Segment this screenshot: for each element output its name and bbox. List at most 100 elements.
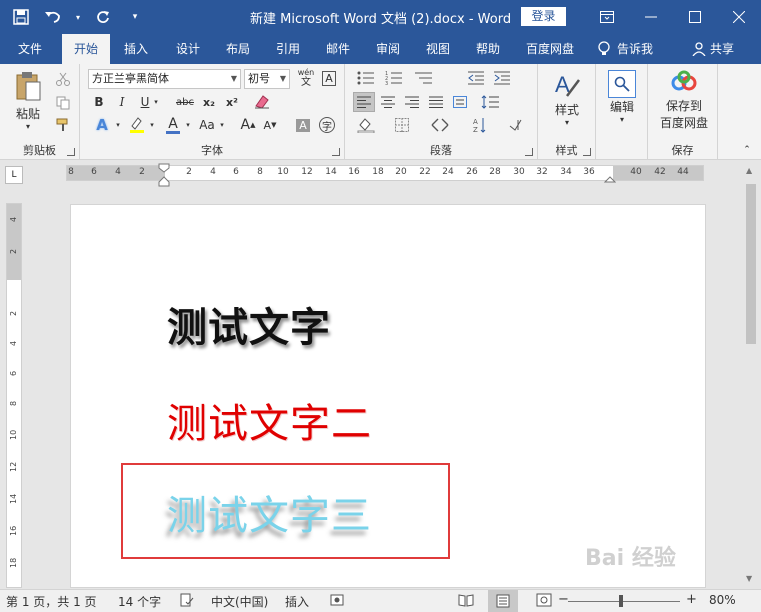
styles-button[interactable]: A 样式 ▾ bbox=[546, 70, 588, 132]
tab-layout[interactable]: 布局 bbox=[218, 34, 258, 64]
paste-button[interactable]: 粘贴 ▾ bbox=[8, 70, 48, 132]
print-layout-icon[interactable] bbox=[488, 590, 518, 612]
zoom-out-button[interactable]: − bbox=[558, 592, 569, 607]
multilevel-list-icon[interactable] bbox=[411, 68, 437, 88]
insert-mode[interactable]: 插入 bbox=[285, 593, 309, 610]
numbering-icon[interactable]: 123 bbox=[381, 68, 407, 88]
font-size-select[interactable]: 初号 ▼ bbox=[244, 69, 290, 89]
change-case-dropdown-icon[interactable]: ▾ bbox=[218, 114, 226, 136]
clipboard-launcher-icon[interactable] bbox=[67, 148, 75, 156]
styles-launcher-icon[interactable] bbox=[583, 148, 591, 156]
decrease-indent-icon[interactable] bbox=[465, 68, 487, 88]
tab-help[interactable]: 帮助 bbox=[468, 34, 508, 64]
zoom-slider[interactable] bbox=[568, 601, 680, 602]
save-icon[interactable] bbox=[10, 6, 32, 28]
minimize-icon[interactable] bbox=[629, 0, 673, 34]
align-right-icon[interactable] bbox=[401, 92, 423, 112]
sort-icon[interactable]: AZ bbox=[469, 114, 491, 136]
word-count[interactable]: 14 个字 bbox=[118, 593, 161, 610]
phonetic-guide-button[interactable]: wén 文 bbox=[295, 67, 317, 89]
tab-review[interactable]: 审阅 bbox=[368, 34, 408, 64]
font-color-icon[interactable]: A bbox=[162, 114, 184, 136]
paragraph-launcher-icon[interactable] bbox=[525, 148, 533, 156]
macro-record-icon[interactable] bbox=[330, 593, 344, 610]
customize-qat-icon[interactable]: ▾ bbox=[124, 6, 146, 28]
italic-button[interactable]: I bbox=[113, 92, 131, 112]
tab-selector[interactable]: L bbox=[5, 166, 23, 184]
tab-baidu-netdisk[interactable]: 百度网盘 bbox=[520, 34, 580, 64]
scroll-thumb[interactable] bbox=[746, 184, 756, 344]
format-painter-icon[interactable] bbox=[54, 116, 72, 134]
superscript-button[interactable]: x² bbox=[222, 92, 242, 112]
borders-icon[interactable] bbox=[389, 114, 415, 136]
proofing-icon[interactable] bbox=[180, 593, 194, 610]
title-bar: ▾ ▾ 新建 Microsoft Word 文档 (2).docx - Word… bbox=[0, 0, 761, 34]
document-text-line-1[interactable]: 测试文字 bbox=[167, 295, 331, 353]
character-shading-icon[interactable]: A bbox=[292, 114, 314, 136]
highlight-icon[interactable] bbox=[126, 114, 148, 136]
undo-dropdown-icon[interactable]: ▾ bbox=[74, 6, 82, 28]
read-mode-icon[interactable] bbox=[458, 593, 474, 610]
maximize-icon[interactable] bbox=[673, 0, 717, 34]
tab-insert[interactable]: 插入 bbox=[116, 34, 156, 64]
vertical-scrollbar[interactable]: ▲ ▼ bbox=[742, 160, 761, 590]
zoom-slider-thumb[interactable] bbox=[619, 595, 623, 607]
font-launcher-icon[interactable] bbox=[332, 148, 340, 156]
text-effects-icon[interactable]: A bbox=[90, 114, 114, 136]
distributed-icon[interactable] bbox=[449, 92, 471, 112]
bold-button[interactable]: B bbox=[90, 92, 108, 112]
clear-formatting-icon[interactable] bbox=[250, 90, 274, 112]
highlight-dropdown-icon[interactable]: ▾ bbox=[148, 114, 156, 136]
web-layout-icon[interactable] bbox=[536, 593, 552, 610]
chinese-layout-icon[interactable] bbox=[427, 114, 453, 136]
page-count[interactable]: 第 1 页，共 1 页 bbox=[6, 593, 97, 610]
align-center-icon[interactable] bbox=[377, 92, 399, 112]
show-hide-marks-icon[interactable] bbox=[505, 114, 527, 136]
enclose-characters-icon[interactable]: 字 bbox=[316, 114, 338, 136]
indent-markers-icon[interactable] bbox=[158, 163, 170, 187]
shading-icon[interactable] bbox=[353, 114, 379, 136]
font-color-dropdown-icon[interactable]: ▾ bbox=[184, 114, 192, 136]
strikethrough-button[interactable]: abc bbox=[172, 92, 198, 112]
undo-icon[interactable] bbox=[42, 6, 64, 28]
tab-references[interactable]: 引用 bbox=[268, 34, 308, 64]
login-button[interactable]: 登录 bbox=[521, 7, 566, 26]
underline-dropdown-icon[interactable]: ▾ bbox=[152, 92, 160, 112]
language-indicator[interactable]: 中文(中国) bbox=[211, 593, 268, 610]
tab-view[interactable]: 视图 bbox=[418, 34, 458, 64]
redo-icon[interactable] bbox=[92, 6, 114, 28]
right-indent-marker-icon[interactable] bbox=[604, 170, 616, 184]
tab-mailings[interactable]: 邮件 bbox=[318, 34, 358, 64]
ribbon-display-options-icon[interactable] bbox=[585, 0, 629, 34]
share-button[interactable]: 共享 bbox=[692, 34, 734, 64]
scroll-down-icon[interactable]: ▼ bbox=[746, 574, 752, 583]
tab-home[interactable]: 开始 bbox=[62, 34, 110, 64]
copy-icon[interactable] bbox=[54, 94, 72, 112]
shrink-font-button[interactable]: A ▼ bbox=[260, 114, 280, 136]
collapse-ribbon-icon[interactable]: ⌃ bbox=[740, 144, 754, 156]
scroll-up-icon[interactable]: ▲ bbox=[746, 166, 752, 175]
editing-button[interactable]: 编辑 ▾ bbox=[604, 70, 640, 132]
cut-icon[interactable] bbox=[54, 70, 72, 88]
tell-me-search[interactable]: 告诉我 bbox=[597, 34, 653, 64]
tab-file[interactable]: 文件 bbox=[8, 34, 52, 64]
subscript-button[interactable]: x₂ bbox=[199, 92, 219, 112]
justify-icon[interactable] bbox=[425, 92, 447, 112]
character-border-icon[interactable]: A bbox=[318, 67, 340, 89]
align-left-icon[interactable] bbox=[353, 92, 375, 112]
document-page[interactable]: 测试文字 测试文字二 测试文字三 bbox=[70, 204, 706, 588]
grow-font-button[interactable]: A ▲ bbox=[238, 114, 258, 136]
zoom-level[interactable]: 80% bbox=[709, 593, 736, 607]
bullets-icon[interactable] bbox=[353, 68, 379, 88]
increase-indent-icon[interactable] bbox=[491, 68, 513, 88]
line-spacing-icon[interactable] bbox=[477, 92, 503, 112]
change-case-button[interactable]: Aa bbox=[196, 114, 218, 136]
text-effects-dropdown-icon[interactable]: ▾ bbox=[114, 114, 122, 136]
tab-design[interactable]: 设计 bbox=[168, 34, 208, 64]
close-icon[interactable] bbox=[717, 0, 761, 34]
zoom-in-button[interactable]: + bbox=[686, 592, 697, 607]
document-text-line-2[interactable]: 测试文字二 bbox=[167, 391, 372, 449]
font-name-select[interactable]: 方正兰亭黑简体 ▼ bbox=[88, 69, 241, 89]
vertical-ruler[interactable]: 4 2 2 4 6 8 10 12 14 16 18 bbox=[6, 203, 22, 588]
save-to-baidu-button[interactable]: 保存到 百度网盘 bbox=[654, 70, 714, 136]
